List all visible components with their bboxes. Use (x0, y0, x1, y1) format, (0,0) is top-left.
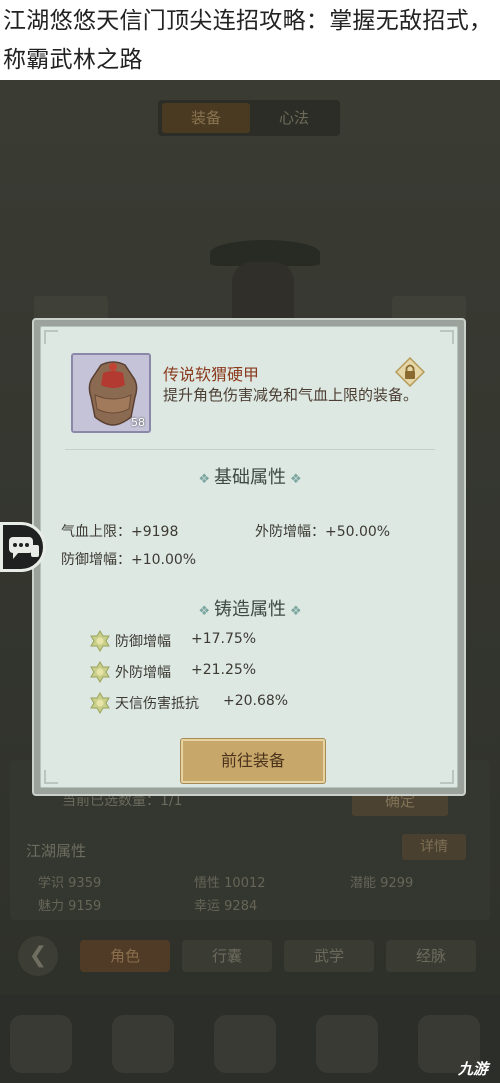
jianghu-attributes-label: 江湖属性 (26, 842, 87, 860)
tab-meridians[interactable]: 经脉 (386, 940, 476, 972)
diamond-ornament-icon: ❖ (198, 604, 210, 619)
tab-equipment[interactable]: 装备 (162, 103, 250, 133)
nav-figure-icon[interactable] (214, 1015, 276, 1073)
stat-row-item: 魅力 9159 (38, 899, 102, 914)
diamond-ornament-icon: ❖ (198, 472, 210, 487)
nav-group-icon[interactable] (316, 1015, 378, 1073)
watermark: 九游 (458, 1060, 489, 1078)
article-title: 江湖悠悠天信门顶尖连招攻略：掌握无敌招式，称霸武林之路 (3, 8, 493, 73)
diamond-ornament-icon: ❖ (290, 604, 302, 619)
stat-row-item: 潜能 9299 (350, 876, 414, 891)
item-level: 58 (131, 416, 145, 429)
base-attr-outer-defense: 外防增幅：+50.00% (255, 524, 391, 540)
tab-inventory[interactable]: 行囊 (182, 940, 272, 972)
diamond-ornament-icon: ❖ (290, 472, 302, 487)
armor-icon: 58 (71, 353, 151, 433)
divider (65, 449, 435, 450)
character-figure (232, 262, 294, 322)
panel-corner-ornament (44, 330, 58, 344)
gem-icon (90, 630, 110, 652)
item-detail-modal: 58 传说软猬硬甲 提升角色伤害减免和气血上限的装备。 ❖ 基础属性 ❖ 气血上限：… (32, 318, 466, 796)
go-equip-button[interactable]: 前往装备 (181, 739, 325, 783)
nav-map-icon[interactable] (10, 1015, 72, 1073)
base-attr-defense: 防御增幅：+10.00% (61, 552, 197, 568)
gem-icon (90, 692, 110, 714)
stat-row-item: 幸运 9284 (194, 899, 258, 914)
article-title-banner: 江湖悠悠天信门顶尖连招攻略：掌握无敌招式，称霸武林之路 (0, 0, 500, 80)
stat-row-item: 悟性 10012 (194, 876, 266, 891)
gem-icon (90, 661, 110, 683)
base-attributes-title: ❖ 基础属性 ❖ (198, 467, 302, 488)
back-arrow-icon[interactable]: ❮ (18, 936, 58, 976)
lock-icon[interactable] (394, 356, 426, 388)
panel-corner-ornament (44, 770, 58, 784)
panel-corner-ornament (440, 770, 454, 784)
item-name: 传说软猬硬甲 (163, 365, 260, 384)
base-attr-hp: 气血上限：+9198 (61, 524, 179, 540)
tab-mind-method[interactable]: 心法 (250, 103, 338, 133)
tab-character[interactable]: 角色 (80, 940, 170, 972)
forge-attributes-title: ❖ 铸造属性 ❖ (198, 599, 302, 620)
go-equip-label: 前往装备 (220, 751, 285, 770)
tab-martial-arts[interactable]: 武学 (284, 940, 374, 972)
nav-sword-icon[interactable] (112, 1015, 174, 1073)
stat-row-item: 学识 9359 (38, 876, 102, 891)
top-tab-bar: 装备 心法 (158, 100, 340, 136)
item-detail-panel: 58 传说软猬硬甲 提升角色伤害减免和气血上限的装备。 ❖ 基础属性 ❖ 气血上限：… (40, 326, 458, 788)
details-button[interactable]: 详情 (402, 834, 466, 860)
item-description: 提升角色伤害减免和气血上限的装备。 (163, 386, 419, 404)
panel-corner-ornament (440, 330, 454, 344)
